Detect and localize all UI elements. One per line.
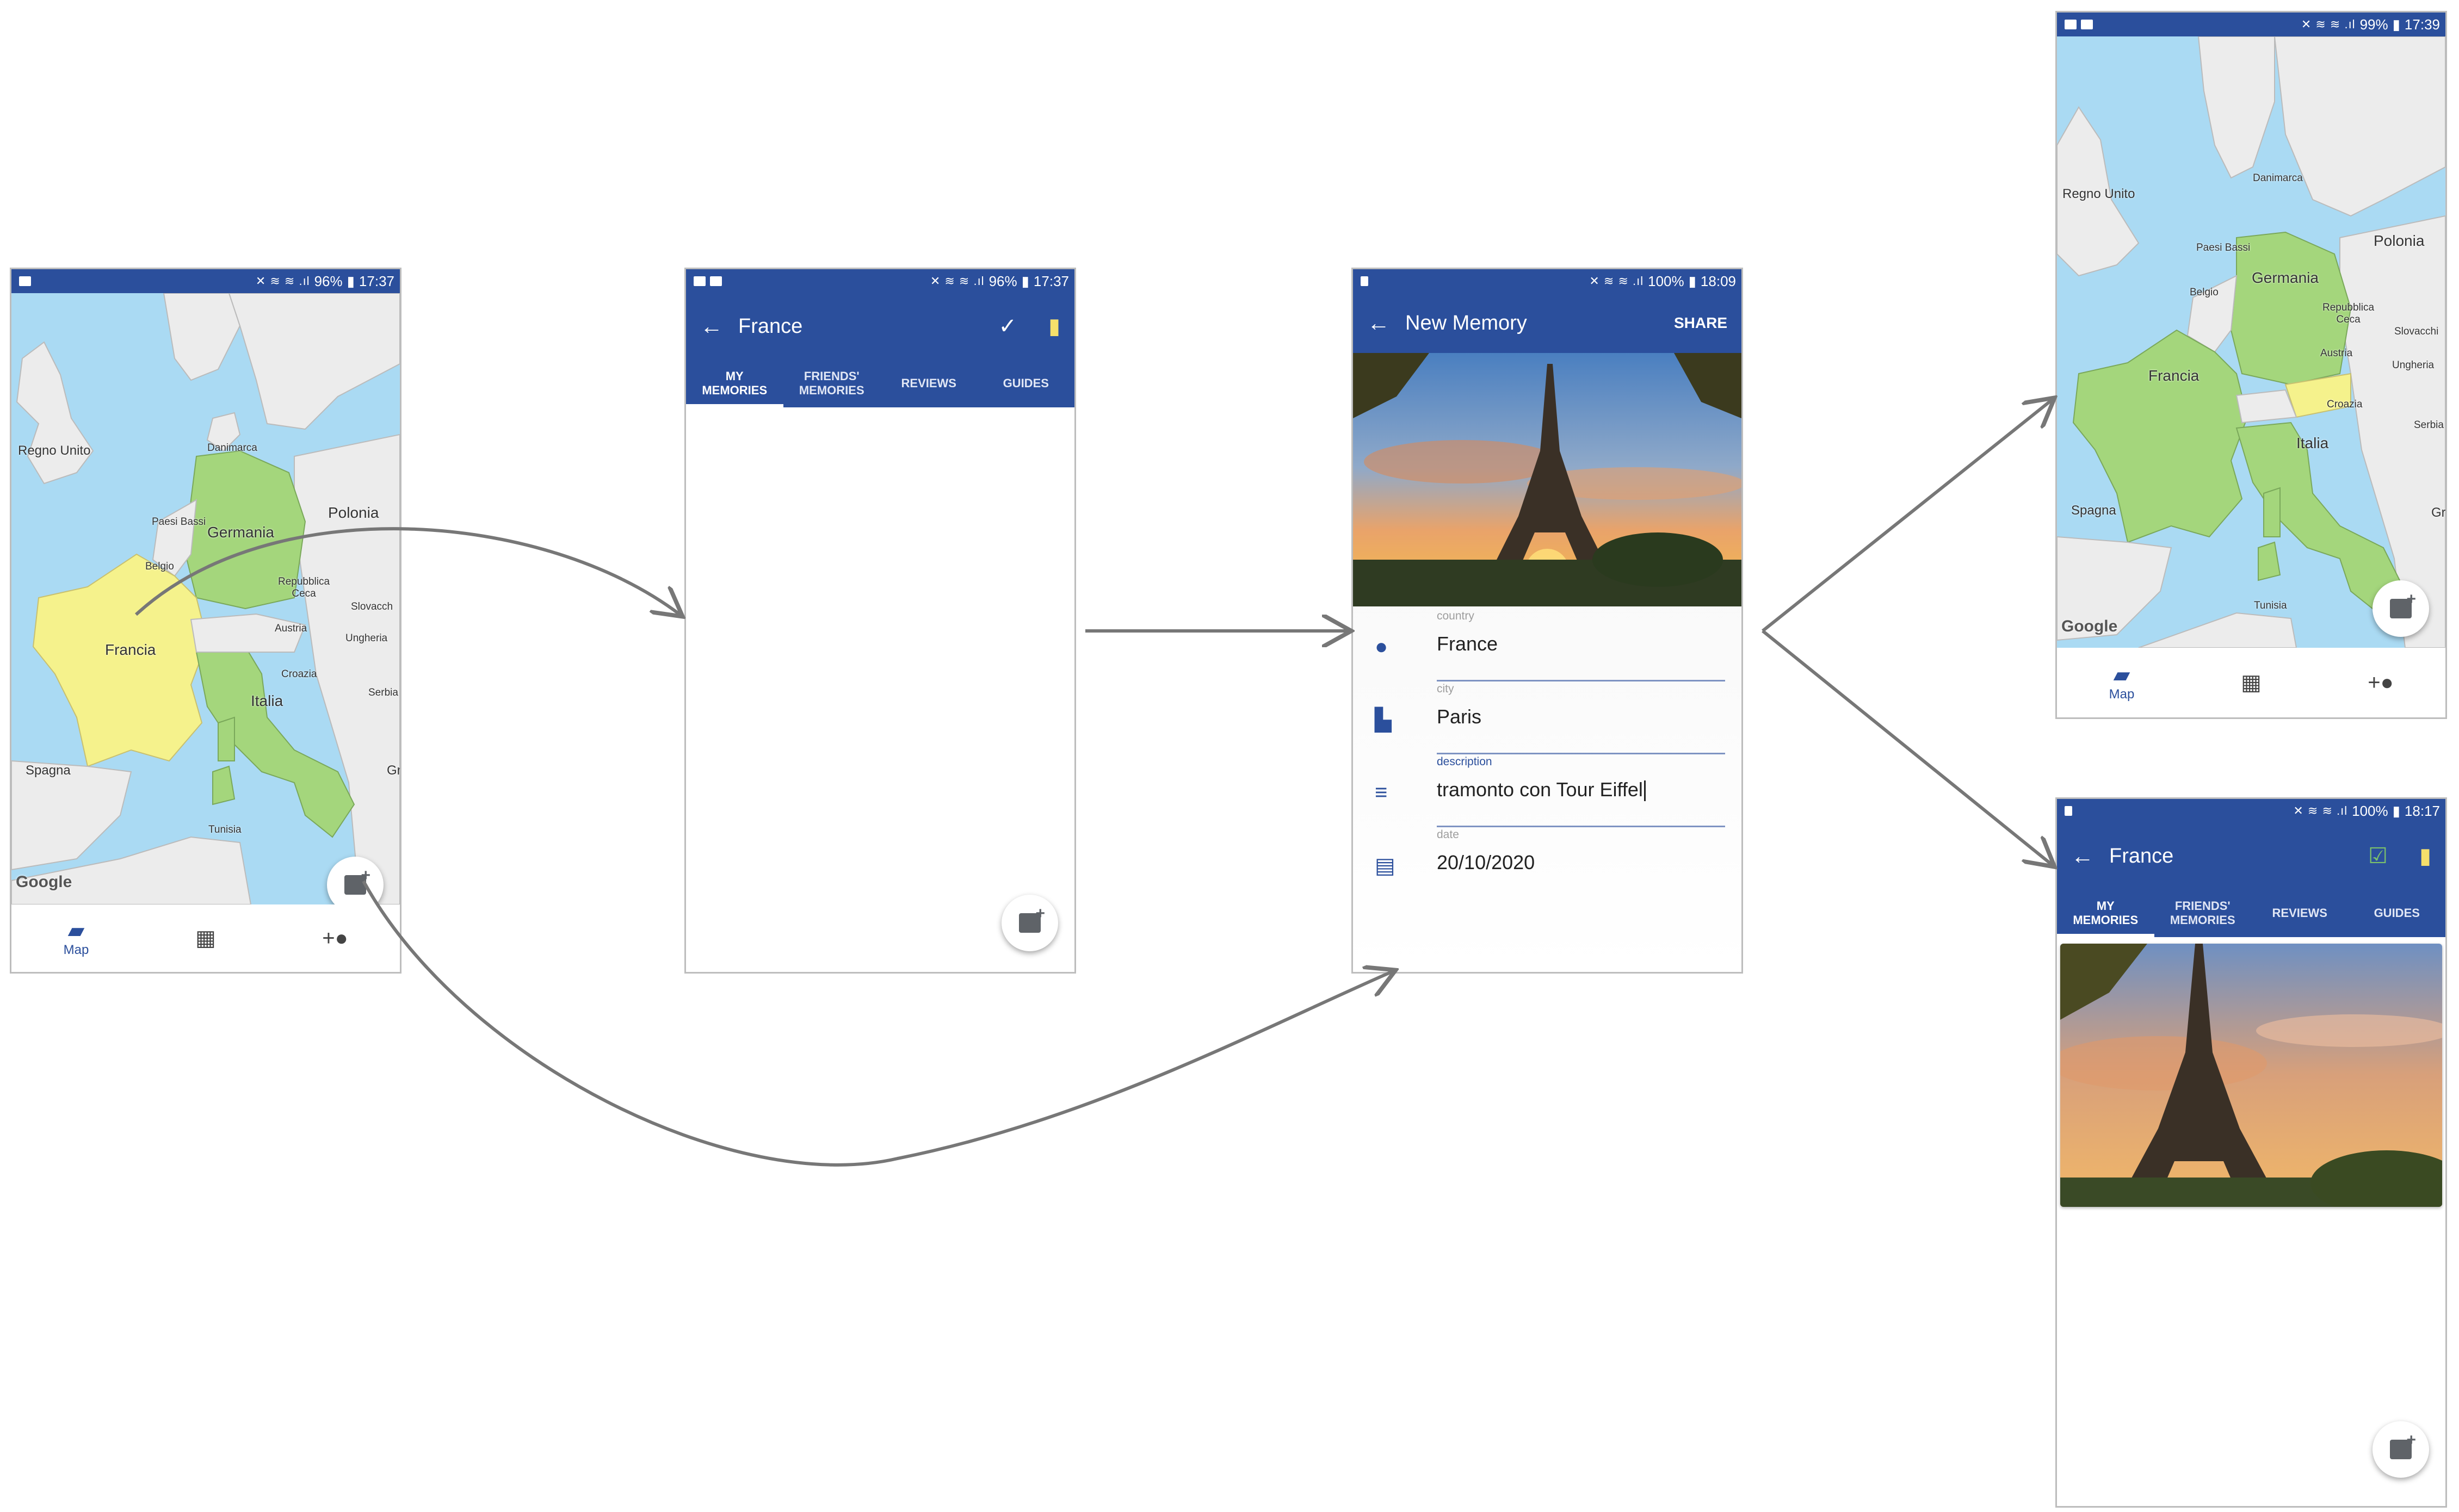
arrow-map-to-country (134, 527, 680, 615)
arrow-fab-to-new-memory (362, 880, 1393, 1167)
flow-arrows (134, 0, 2459, 1167)
arrow-new-memory-to-country (1762, 629, 2052, 865)
arrow-new-memory-to-map (1762, 400, 2052, 633)
